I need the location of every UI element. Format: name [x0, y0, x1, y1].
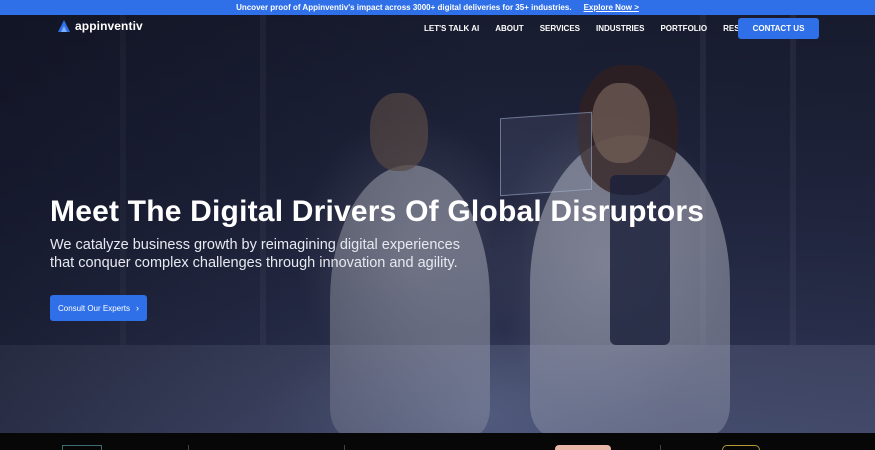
hero-subheadline: We catalyze business growth by reimagini… — [50, 237, 460, 271]
brand-logo[interactable]: appinventiv — [57, 19, 143, 33]
explore-now-link[interactable]: Explore Now > — [584, 3, 639, 12]
contact-us-button[interactable]: CONTACT US — [738, 18, 819, 39]
main-nav: LET'S TALK AI ABOUT SERVICES INDUSTRIES … — [424, 24, 774, 33]
announcement-text: Uncover proof of Appinventiv's impact ac… — [236, 3, 572, 12]
nav-item-about[interactable]: ABOUT — [495, 24, 523, 33]
strip-divider — [188, 445, 189, 450]
strip-divider — [344, 445, 345, 450]
consult-experts-label: Consult Our Experts — [57, 303, 131, 313]
nav-item-services[interactable]: SERVICES — [540, 24, 580, 33]
nav-item-portfolio[interactable]: PORTFOLIO — [660, 24, 707, 33]
appinventiv-logo-icon — [58, 20, 70, 32]
hero-headline: Meet The Digital Drivers Of Global Disru… — [50, 195, 705, 228]
chevron-right-icon: › — [136, 303, 140, 313]
client-logo — [722, 445, 760, 450]
brand-name: appinventiv — [75, 19, 143, 33]
client-logo — [62, 445, 102, 450]
strip-divider — [660, 445, 661, 450]
nav-item-lets-talk-ai[interactable]: LET'S TALK AI — [424, 24, 479, 33]
announcement-bar: Uncover proof of Appinventiv's impact ac… — [0, 0, 875, 15]
client-logo-strip — [0, 433, 875, 450]
client-logo — [555, 445, 611, 450]
consult-experts-button[interactable]: Consult Our Experts › — [50, 295, 147, 321]
nav-item-industries[interactable]: INDUSTRIES — [596, 24, 644, 33]
